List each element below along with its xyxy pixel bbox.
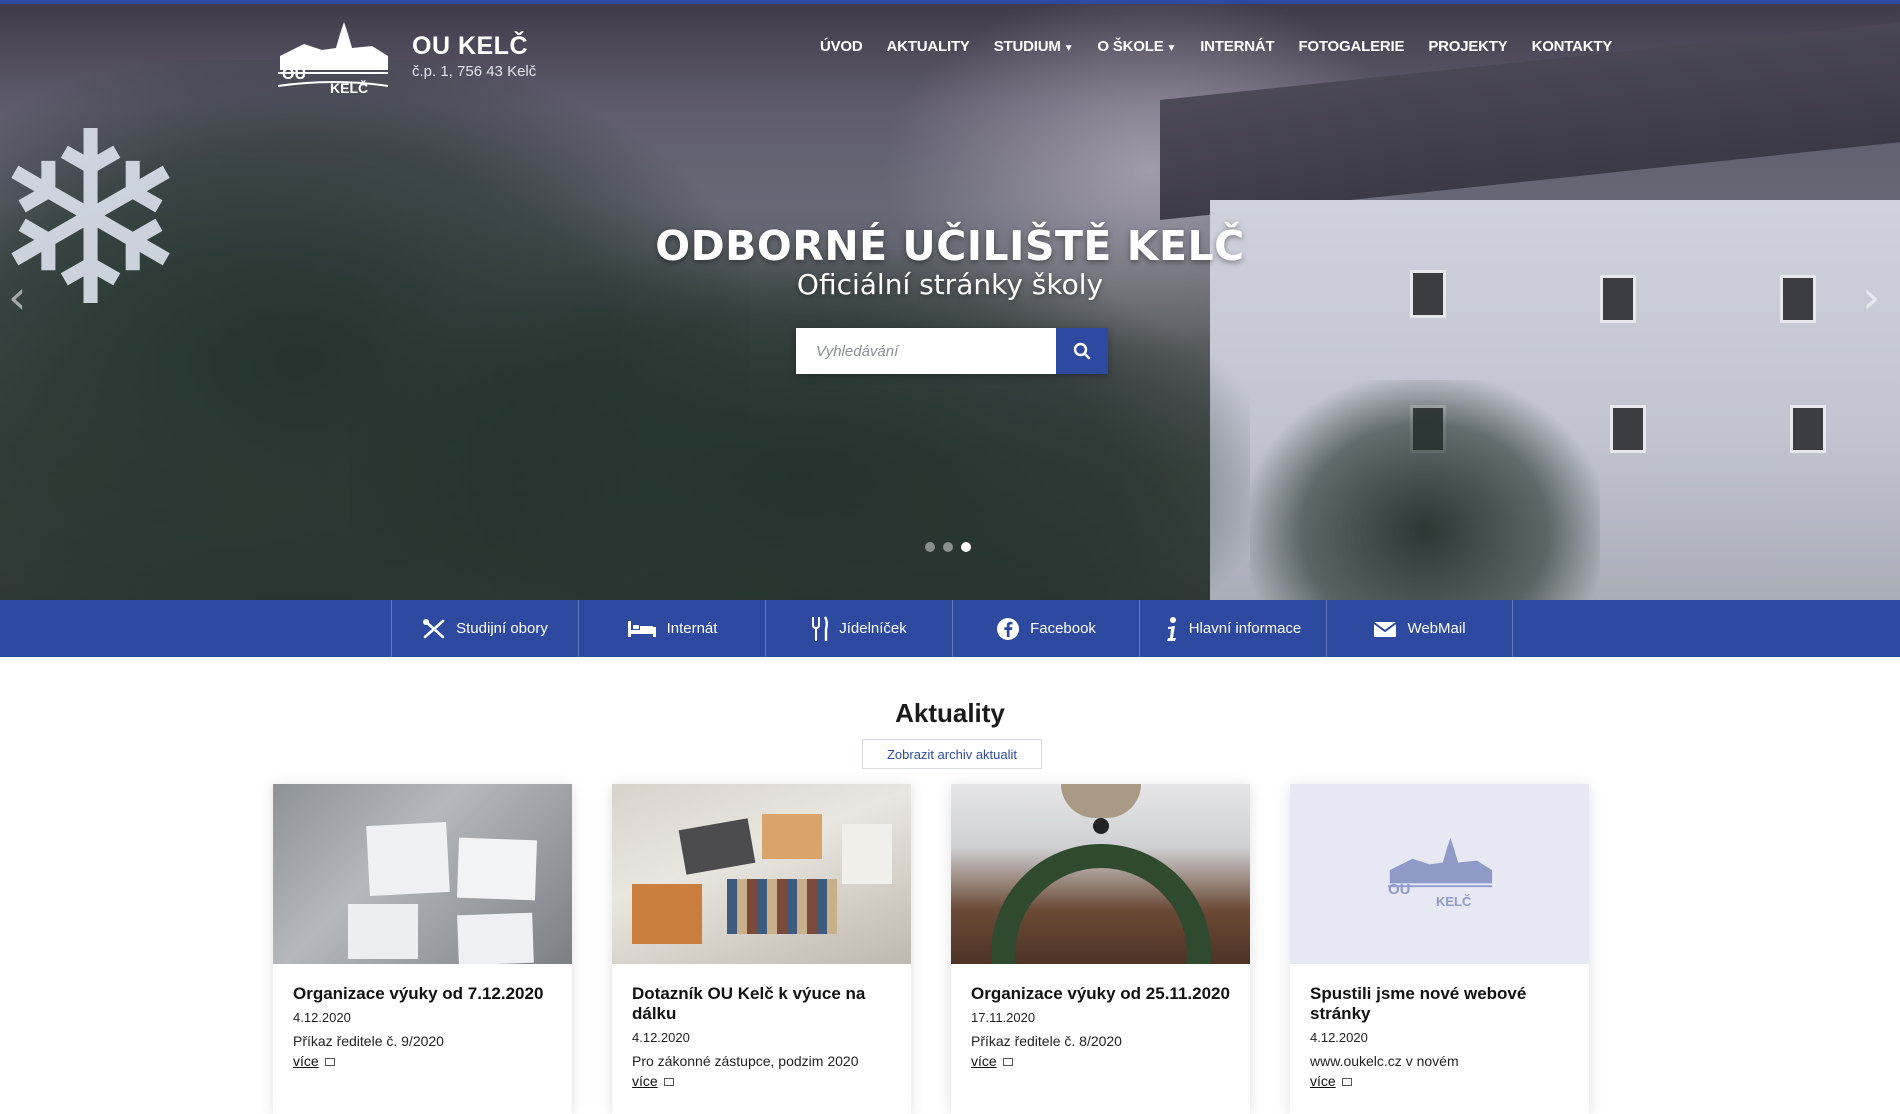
news-card-title[interactable]: Organizace výuky od 7.12.2020 [293,984,552,1004]
external-link-icon [1341,1077,1352,1086]
news-card-date: 4.12.2020 [632,1030,690,1045]
nav-aktuality[interactable]: AKTUALITY [887,38,970,55]
news-card[interactable]: OU KELČ Spustili jsme nové webové stránk… [1290,784,1589,1114]
bed-icon [627,620,656,637]
news-card-date: 4.12.2020 [1310,1030,1368,1045]
slider-dot-1[interactable] [925,542,935,552]
mail-icon [1373,621,1398,637]
news-card-text: Pro zákonné zástupce, podzim 2020 [632,1053,859,1069]
news-card-image[interactable] [273,784,572,964]
search-icon [1073,342,1091,360]
news-card-title[interactable]: Dotazník OU Kelč k výuce na dálku [632,984,891,1024]
placeholder-logo-text-ou: OU [1388,881,1411,898]
quick-links-bar: Studijní obory Internát Jídelníček Faceb… [0,600,1900,657]
chevron-down-icon: ▼ [1063,43,1074,54]
site-title: OU KELČ [412,32,528,60]
hero-slider: ❄ ‹ › OU KELČ OU KELČ č.p. 1, 756 43 Kel… [0,0,1900,600]
news-card-more-link[interactable]: více [1310,1073,1336,1089]
search-input[interactable] [796,328,1056,374]
slider-dots [925,542,971,552]
slider-dot-3[interactable] [961,542,971,552]
logo-text-ou: OU [282,66,306,83]
nav-uvod[interactable]: ÚVOD [820,38,863,55]
chevron-down-icon: ▼ [1166,43,1177,54]
news-card-image[interactable] [951,784,1250,964]
facebook-icon [997,617,1020,640]
info-icon [1166,616,1176,641]
news-card-image[interactable] [612,784,911,964]
school-logo: OU KELČ [274,20,392,96]
top-accent-bar [0,0,1900,4]
news-card-title[interactable]: Spustili jsme nové webové stránky [1310,984,1569,1024]
background-tree [1250,380,1600,600]
news-card-image[interactable]: OU KELČ [1290,784,1589,964]
quicklink-facebook[interactable]: Facebook [952,600,1139,657]
external-link-icon [324,1057,335,1066]
news-card[interactable]: Dotazník OU Kelč k výuce na dálku 4.12.2… [612,784,911,1114]
news-card-more-link[interactable]: více [293,1053,319,1069]
news-card-text: www.oukelc.cz v novém [1310,1053,1459,1069]
nav-fotogalerie[interactable]: FOTOGALERIE [1298,38,1404,55]
quicklink-jidelnicek[interactable]: Jídelníček [765,600,952,657]
news-card-text: Příkaz ředitele č. 8/2020 [971,1033,1122,1049]
tools-icon [423,618,445,638]
snowflake-decoration-icon: ❄ [0,80,192,360]
nav-studium[interactable]: STUDIUM ▼ [994,38,1074,55]
quicklink-webmail[interactable]: WebMail [1326,600,1513,657]
nav-projekty[interactable]: PROJEKTY [1428,38,1507,55]
site-address: č.p. 1, 756 43 Kelč [412,63,537,80]
search-form [796,328,1108,374]
slider-dot-2[interactable] [943,542,953,552]
background-tree [350,250,1250,600]
site-brand[interactable]: OU KELČ OU KELČ č.p. 1, 756 43 Kelč [274,20,574,100]
placeholder-logo-text-kelc: KELČ [1436,894,1472,909]
news-card-more-link[interactable]: více [971,1053,997,1069]
news-cards: Organizace výuky od 7.12.2020 4.12.2020 … [273,784,1589,1114]
hero-subtitle: Oficiální stránky školy [796,268,1104,301]
archive-button[interactable]: Zobrazit archiv aktualit [862,739,1042,769]
news-card[interactable]: Organizace výuky od 25.11.2020 17.11.202… [951,784,1250,1114]
news-card-text: Příkaz ředitele č. 9/2020 [293,1033,444,1049]
nav-internat[interactable]: INTERNÁT [1200,38,1274,55]
quicklink-internat[interactable]: Internát [578,600,765,657]
news-card-date: 4.12.2020 [293,1010,351,1025]
cutlery-icon [812,615,829,641]
search-button[interactable] [1056,328,1108,374]
external-link-icon [663,1077,674,1086]
news-card[interactable]: Organizace výuky od 7.12.2020 4.12.2020 … [273,784,572,1114]
news-section-title: Aktuality [895,698,1005,728]
news-card-title[interactable]: Organizace výuky od 25.11.2020 [971,984,1230,1004]
news-card-date: 17.11.2020 [971,1010,1036,1025]
news-card-more-link[interactable]: více [632,1073,658,1089]
quicklink-hlavni-informace[interactable]: Hlavní informace [1139,600,1326,657]
main-navigation: ÚVOD AKTUALITY STUDIUM ▼ O ŠKOLE ▼ INTERNÁ… [820,38,1636,55]
external-link-icon [1002,1057,1013,1066]
hero-title: ODBORNÉ UČILIŠTĚ KELČ [655,222,1245,270]
quicklink-studijni-obory[interactable]: Studijní obory [391,600,578,657]
nav-kontakty[interactable]: KONTAKTY [1532,38,1613,55]
logo-text-kelc: KELČ [330,80,369,96]
nav-o-skole[interactable]: O ŠKOLE ▼ [1097,38,1176,55]
